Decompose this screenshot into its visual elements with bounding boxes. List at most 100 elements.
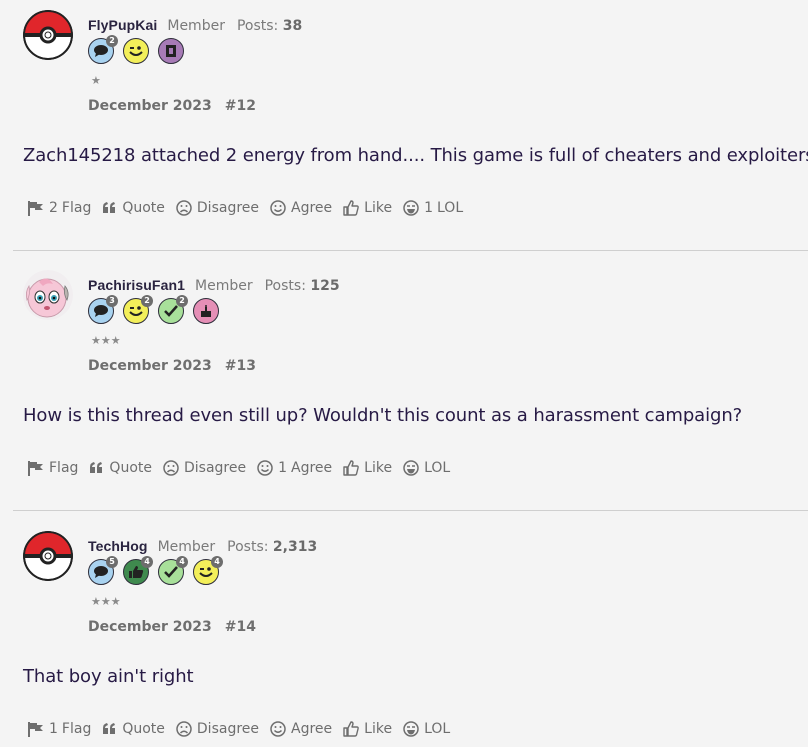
comment-divider xyxy=(13,250,808,251)
badge-checkmark[interactable]: 2 xyxy=(158,295,188,324)
speech-bubble-icon xyxy=(94,566,108,578)
post-number[interactable]: #13 xyxy=(225,358,256,374)
comment-actions: Flag Quote Disagree 1 Agree Like LOL xyxy=(27,458,461,478)
badge-count: 4 xyxy=(211,556,223,568)
flag-button[interactable]: 2 Flag xyxy=(27,200,91,216)
badge-film[interactable] xyxy=(158,38,184,64)
lol-button[interactable]: LOL xyxy=(403,460,450,476)
pokeball-icon xyxy=(23,10,73,60)
speech-bubble-icon xyxy=(94,45,108,57)
username[interactable]: PachirisuFan1 xyxy=(88,277,185,293)
post-date[interactable]: December 2023 xyxy=(88,98,212,114)
thumbs-up-icon xyxy=(343,721,359,737)
like-button[interactable]: Like xyxy=(343,200,392,216)
like-label: Like xyxy=(364,721,393,737)
post-date[interactable]: December 2023 xyxy=(88,619,212,635)
badge-checkmark[interactable]: 4 xyxy=(158,556,188,585)
frown-face-icon xyxy=(163,460,179,476)
like-button[interactable]: Like xyxy=(343,721,392,737)
laugh-face-icon xyxy=(403,721,419,737)
disagree-label: Disagree xyxy=(183,460,247,476)
avatar[interactable] xyxy=(23,270,73,320)
badges: 2 xyxy=(88,35,184,64)
rank-stars: ★ xyxy=(91,74,101,87)
badge-speech-bubble[interactable]: 2 xyxy=(88,35,118,64)
comment-body: That boy ain't right xyxy=(23,666,194,687)
comment-actions: 1 Flag Quote Disagree Agree Like LOL xyxy=(27,719,461,739)
lol-label: LOL xyxy=(424,721,451,737)
disagree-button[interactable]: Disagree xyxy=(163,460,246,476)
agree-label: Agree xyxy=(291,460,333,476)
posts-label: Posts: xyxy=(236,18,279,34)
like-button[interactable]: Like xyxy=(343,460,392,476)
badge-count: 2 xyxy=(106,35,118,47)
badge-wink[interactable]: 4 xyxy=(193,556,223,585)
flag-button[interactable]: 1 Flag xyxy=(27,721,91,737)
post-date[interactable]: December 2023 xyxy=(88,358,212,374)
checkmark-icon xyxy=(164,566,178,578)
rank-stars: ★★★ xyxy=(91,595,121,608)
lol-button[interactable]: 1 LOL xyxy=(403,200,463,216)
film-icon xyxy=(166,45,176,57)
post-dateline: December 2023 #12 xyxy=(88,98,256,114)
quote-label: Quote xyxy=(109,460,152,476)
lol-label: LOL xyxy=(424,460,451,476)
post-number[interactable]: #12 xyxy=(225,98,256,114)
posts-label: Posts: xyxy=(264,278,306,294)
quote-icon xyxy=(103,723,116,734)
flag-label: Flag xyxy=(61,200,92,216)
badges: 5 4 4 4 xyxy=(88,556,223,585)
badge-count: 3 xyxy=(106,295,118,307)
flag-icon xyxy=(28,722,43,737)
disagree-button[interactable]: Disagree xyxy=(176,721,259,737)
agree-button[interactable]: Agree xyxy=(270,721,332,737)
quote-button[interactable]: Quote xyxy=(89,460,152,476)
avatar[interactable] xyxy=(23,10,73,60)
comment-body: Zach145218 attached 2 energy from hand..… xyxy=(23,145,808,166)
badges: 3 2 2 xyxy=(88,295,219,324)
quote-icon xyxy=(90,462,103,473)
wink-face-icon xyxy=(129,46,143,56)
disagree-label: Disagree xyxy=(196,200,260,216)
badge-count: 2 xyxy=(141,295,153,307)
user-role: Member xyxy=(157,539,216,555)
wink-face-icon xyxy=(129,306,143,316)
quote-button[interactable]: Quote xyxy=(102,721,165,737)
flag-button[interactable]: Flag xyxy=(27,460,78,476)
flag-label: Flag xyxy=(49,460,79,476)
badge-wink[interactable] xyxy=(123,38,149,64)
user-meta: PachirisuFan1 Member Posts: 125 xyxy=(88,276,340,295)
quote-label: Quote xyxy=(122,721,165,737)
badge-cake[interactable] xyxy=(193,298,219,324)
badge-count: 2 xyxy=(176,295,188,307)
user-role: Member xyxy=(167,18,225,34)
lol-button[interactable]: LOL xyxy=(403,721,450,737)
username[interactable]: TechHog xyxy=(88,538,148,554)
jigglypuff-icon xyxy=(23,270,73,320)
posts-label: Posts: xyxy=(227,539,269,555)
comment-actions: 2 Flag Quote Disagree Agree Like 1 LOL xyxy=(27,198,474,218)
smile-face-icon xyxy=(257,460,273,476)
agree-button[interactable]: 1 Agree xyxy=(257,460,332,476)
flag-label: Flag xyxy=(61,721,92,737)
user-role: Member xyxy=(195,278,253,294)
comment-body: How is this thread even still up? Wouldn… xyxy=(23,405,743,426)
rank-stars: ★★★ xyxy=(91,334,121,347)
badge-thumbs-up[interactable]: 4 xyxy=(123,556,153,585)
comment-divider xyxy=(13,510,808,511)
thumbs-up-icon xyxy=(343,200,359,216)
smile-face-icon xyxy=(270,200,286,216)
badge-speech-bubble[interactable]: 3 xyxy=(88,295,118,324)
frown-face-icon xyxy=(176,721,192,737)
badge-speech-bubble[interactable]: 5 xyxy=(88,556,118,585)
username[interactable]: FlyPupKai xyxy=(88,17,157,33)
post-number[interactable]: #14 xyxy=(225,619,256,635)
badge-wink[interactable]: 2 xyxy=(123,295,153,324)
user-meta: FlyPupKai Member Posts: 38 xyxy=(88,16,302,35)
flag-count: 1 xyxy=(49,721,58,737)
agree-button[interactable]: Agree xyxy=(270,200,332,216)
disagree-button[interactable]: Disagree xyxy=(176,200,259,216)
quote-button[interactable]: Quote xyxy=(102,200,165,216)
smile-face-icon xyxy=(270,721,286,737)
avatar[interactable] xyxy=(23,531,73,581)
